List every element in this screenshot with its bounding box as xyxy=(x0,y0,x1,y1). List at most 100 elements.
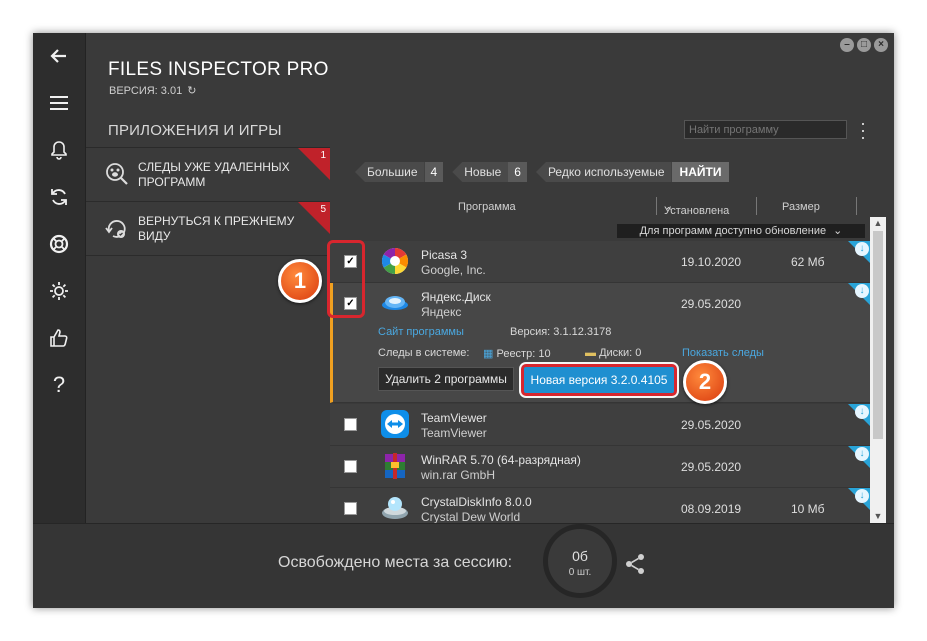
winrar-icon xyxy=(385,453,405,479)
new-version-button[interactable]: Новая версия 3.2.0.4105 xyxy=(521,364,677,396)
column-installed-label: Установлена xyxy=(664,205,730,217)
scroll-down-icon[interactable]: ▼ xyxy=(870,510,886,523)
filter-bar: Большие 4 Новые 6 Редко используемые НАЙ… xyxy=(355,161,738,183)
program-name: Яндекс.Диск xyxy=(421,290,491,304)
step-badge-2: 2 xyxy=(683,360,727,404)
help-icon[interactable]: ? xyxy=(33,367,85,403)
row-checkbox[interactable] xyxy=(344,460,357,473)
program-vendor: win.rar GmbH xyxy=(421,468,496,482)
freed-space-ring: 0б 0 шт. xyxy=(543,524,617,598)
folder-icon: ▬ xyxy=(585,347,596,359)
freed-space-value: 0б xyxy=(572,548,588,564)
app-window: ? – □ × FILES INSPECTOR PRO ВЕРСИЯ: 3.01… xyxy=(33,33,894,608)
search-input[interactable] xyxy=(684,120,847,139)
download-update-icon[interactable]: ↓ xyxy=(855,489,869,503)
show-traces-link[interactable]: Показать следы xyxy=(682,347,764,359)
update-banner[interactable]: Для программ доступно обновление ⌄ xyxy=(617,224,865,238)
menu-icon[interactable] xyxy=(33,85,85,121)
minimize-icon[interactable]: – xyxy=(840,38,854,52)
column-program[interactable]: Программа xyxy=(458,201,516,213)
filter-rarely-used-label: Редко используемые xyxy=(535,162,672,182)
sort-up-icon: ⌃ xyxy=(664,206,674,218)
chevron-down-icon: ⌄ xyxy=(833,225,843,237)
program-vendor: Яндекс xyxy=(421,305,462,319)
program-size: 62 Мб xyxy=(791,255,825,269)
share-icon[interactable] xyxy=(623,552,647,576)
program-name: TeamViewer xyxy=(421,411,487,425)
refresh-version-icon[interactable]: ↻ xyxy=(187,85,196,97)
bell-icon[interactable] xyxy=(33,132,85,168)
table-row-expanded[interactable]: ✓ Яндекс.Диск Яндекс 29.05.2020 ↓ Сайт п… xyxy=(330,283,870,403)
paw-search-icon xyxy=(104,161,130,187)
filter-rarely-used[interactable]: Редко используемые НАЙТИ xyxy=(535,162,730,182)
back-arrow-icon[interactable] xyxy=(33,38,85,74)
download-update-icon[interactable]: ↓ xyxy=(855,405,869,419)
program-vendor: Crystal Dew World xyxy=(421,510,521,523)
table-header: Программа Установлена ⌃ Размер xyxy=(330,197,886,219)
filter-new-label: Новые xyxy=(452,162,509,182)
restore-icon xyxy=(104,215,130,241)
program-name: Picasa 3 xyxy=(421,248,468,262)
close-icon[interactable]: × xyxy=(874,38,888,52)
column-divider xyxy=(656,197,657,215)
program-date: 29.05.2020 xyxy=(681,297,742,311)
filter-large-label: Большие xyxy=(355,162,425,182)
filter-new[interactable]: Новые 6 xyxy=(452,162,527,182)
maximize-icon[interactable]: □ xyxy=(857,38,871,52)
step-badge-1: 1 xyxy=(278,259,322,303)
traces-label: Следы в системе: xyxy=(378,347,470,359)
lifebuoy-icon[interactable] xyxy=(33,226,85,262)
filter-large-count: 4 xyxy=(424,162,444,182)
checkbox-highlight-frame xyxy=(327,240,365,318)
more-options-icon[interactable]: · · · xyxy=(859,114,867,146)
freed-space-label: Освобождено места за сессию: xyxy=(278,554,513,571)
removed-traces-label: СЛЕДЫ УЖЕ УДАЛЕННЫХ ПРОГРАММ xyxy=(138,160,290,189)
column-divider xyxy=(756,197,757,215)
program-vendor: Google, Inc. xyxy=(421,263,486,277)
freed-space-count: 0 шт. xyxy=(568,567,592,578)
program-vendor: TeamViewer xyxy=(421,426,487,440)
download-update-icon[interactable]: ↓ xyxy=(855,242,869,256)
crystaldiskinfo-icon xyxy=(382,497,408,519)
scrollbar-thumb[interactable] xyxy=(873,231,883,439)
registry-icon: ▦ xyxy=(483,348,494,360)
removed-traces-count: 1 xyxy=(320,150,326,161)
table-row[interactable]: TeamViewer TeamViewer 29.05.2020 ↓ xyxy=(330,404,870,446)
column-size[interactable]: Размер xyxy=(782,201,820,213)
removed-traces-item[interactable]: СЛЕДЫ УЖЕ УДАЛЕННЫХ ПРОГРАММ 1 xyxy=(86,148,330,202)
left-panel: СЛЕДЫ УЖЕ УДАЛЕННЫХ ПРОГРАММ 1 ВЕРНУТЬСЯ… xyxy=(86,147,330,524)
delete-programs-button[interactable]: Удалить 2 программы xyxy=(378,367,514,391)
scroll-up-icon[interactable]: ▲ xyxy=(870,217,886,230)
row-checkbox[interactable] xyxy=(344,502,357,515)
filter-large[interactable]: Большие 4 xyxy=(355,162,444,182)
program-name: WinRAR 5.70 (64-разрядная) xyxy=(421,453,581,467)
window-controls: – □ × xyxy=(840,38,888,52)
restore-view-item[interactable]: ВЕРНУТЬСЯ К ПРЕЖНЕМУ ВИДУ 5 xyxy=(86,202,330,256)
find-button[interactable]: НАЙТИ xyxy=(671,162,730,182)
version-text: ВЕРСИЯ: 3.01 xyxy=(109,85,183,97)
program-version: Версия: 3.1.12.3178 xyxy=(510,326,612,338)
program-table: Программа Установлена ⌃ Размер Для прогр… xyxy=(330,197,890,523)
gear-icon[interactable] xyxy=(33,273,85,309)
sync-icon[interactable] xyxy=(33,179,85,215)
program-date: 08.09.2019 xyxy=(681,502,742,516)
thumbs-up-icon[interactable] xyxy=(33,320,85,356)
row-checkbox[interactable] xyxy=(344,418,357,431)
table-row[interactable]: ✓ Picasa 3 Google, Inc. 19.10.2020 62 Мб… xyxy=(330,241,870,283)
program-site-link[interactable]: Сайт программы xyxy=(378,326,464,338)
picasa-icon xyxy=(381,247,409,275)
program-date: 19.10.2020 xyxy=(681,255,742,269)
download-update-icon[interactable]: ↓ xyxy=(855,447,869,461)
registry-count: Реестр: 10 xyxy=(496,348,551,360)
vertical-scrollbar[interactable]: ▲ ▼ xyxy=(870,217,886,523)
side-rail: ? xyxy=(33,33,86,523)
disk-count: Диски: 0 xyxy=(599,347,642,359)
app-version: ВЕРСИЯ: 3.01 ↻ xyxy=(109,84,196,97)
table-row[interactable]: WinRAR 5.70 (64-разрядная) win.rar GmbH … xyxy=(330,446,870,488)
download-update-icon[interactable]: ↓ xyxy=(855,284,869,298)
registry-traces[interactable]: ▦ Реестр: 10 xyxy=(483,347,551,360)
disk-traces[interactable]: ▬ Диски: 0 xyxy=(585,347,641,359)
table-row[interactable]: CrystalDiskInfo 8.0.0 Crystal Dew World … xyxy=(330,488,870,523)
section-title: ПРИЛОЖЕНИЯ И ИГРЫ xyxy=(108,122,282,139)
yandex-disk-icon xyxy=(382,296,408,310)
